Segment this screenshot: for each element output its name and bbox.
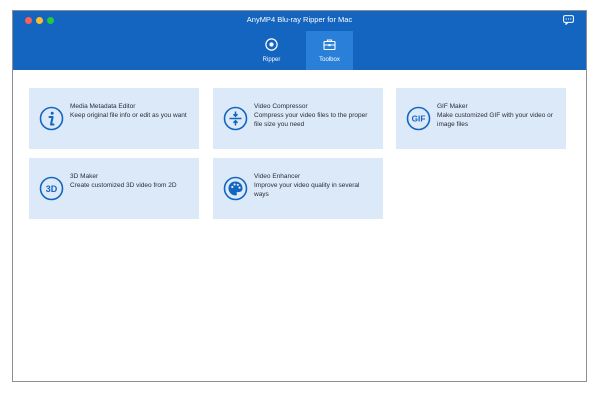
tool-card-video-compressor[interactable]: Video Compressor Compress your video fil… [213, 88, 383, 149]
tool-description: Improve your video quality in several wa… [254, 182, 360, 198]
tool-description: Make customized GIF with your video or i… [437, 112, 553, 128]
window-title: AnyMP4 Blu-ray Ripper for Mac [246, 15, 353, 24]
app-window: AnyMP4 Blu-ray Ripper for Mac Ripper Too… [12, 10, 587, 382]
tool-card-media-metadata-editor[interactable]: Media Metadata Editor Keep original file… [29, 88, 199, 149]
tool-description: Keep original file info or edit as you w… [70, 112, 187, 119]
gif-icon: GIF [406, 106, 431, 131]
tool-card-3d-maker[interactable]: 3D 3D Maker Create customized 3D video f… [29, 158, 199, 219]
tool-title: GIF Maker [437, 103, 468, 110]
tool-title: Media Metadata Editor [70, 103, 136, 110]
tool-title: Video Compressor [254, 103, 308, 110]
compress-icon [223, 106, 248, 131]
feedback-icon[interactable] [563, 15, 574, 25]
tool-title: 3D Maker [70, 173, 99, 180]
tool-description: Create customized 3D video from 2D [70, 182, 177, 189]
svg-text:GIF: GIF [412, 115, 426, 124]
title-bar: AnyMP4 Blu-ray Ripper for Mac Ripper Too… [13, 11, 586, 70]
tool-card-gif-maker[interactable]: GIF GIF Maker Make customized GIF with y… [396, 88, 566, 149]
tab-toolbox[interactable]: Toolbox [306, 31, 353, 70]
3d-icon: 3D [39, 176, 64, 201]
toolbox-icon [323, 39, 336, 51]
tool-title: Video Enhancer [254, 173, 301, 180]
tool-description: Compress your video files to the proper … [254, 112, 368, 128]
disc-icon [265, 38, 278, 51]
tab-ripper[interactable]: Ripper [248, 31, 295, 70]
toolbox-panel: Media Metadata Editor Keep original file… [13, 70, 586, 381]
tab-ripper-label: Ripper [262, 57, 281, 63]
info-icon [39, 106, 64, 131]
tool-card-video-enhancer[interactable]: Video Enhancer Improve your video qualit… [213, 158, 383, 219]
svg-text:3D: 3D [46, 184, 58, 194]
tab-toolbox-label: Toolbox [319, 57, 340, 63]
palette-icon [223, 176, 248, 201]
